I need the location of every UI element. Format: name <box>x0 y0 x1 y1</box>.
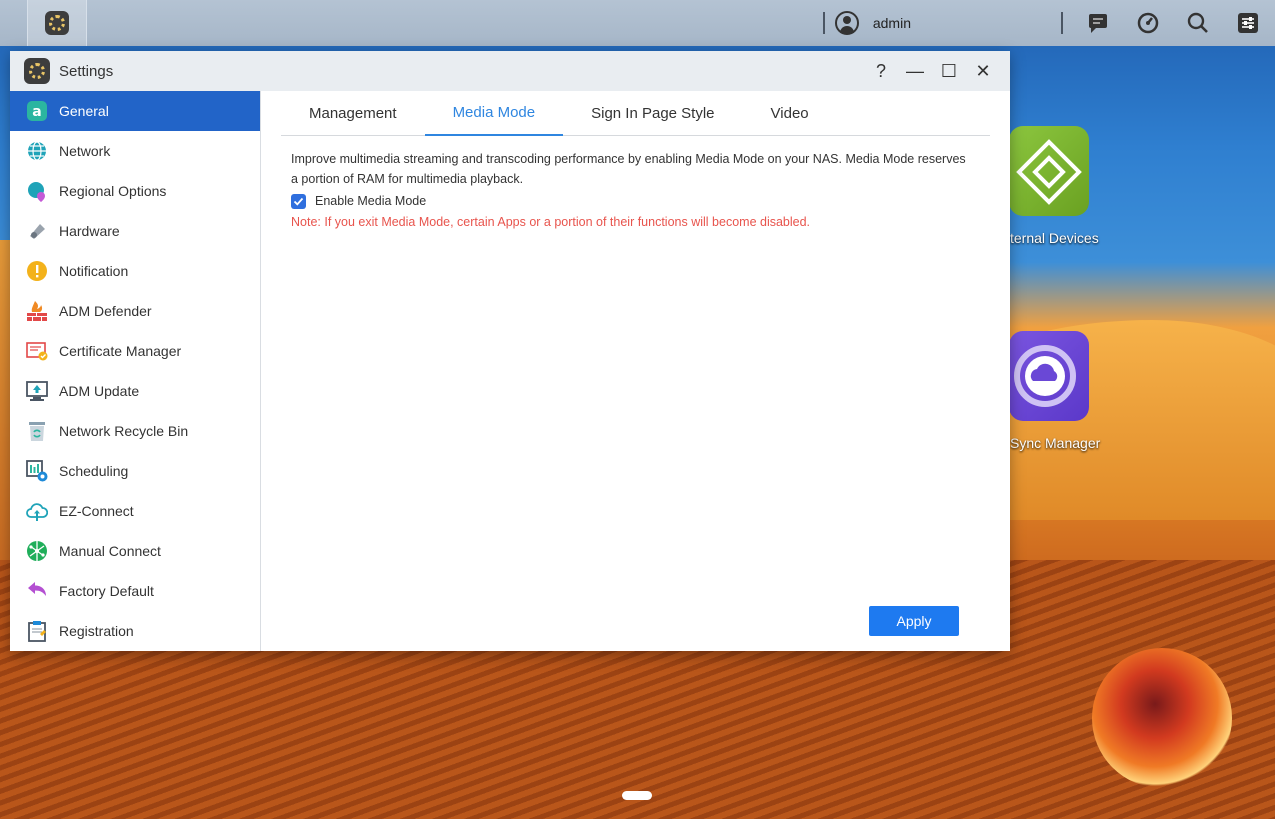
sidebar-item-certificate-manager[interactable]: Certificate Manager <box>10 331 260 371</box>
taskbar-divider <box>1061 12 1063 34</box>
sidebar-item-label: Certificate Manager <box>59 343 182 359</box>
sidebar-item-hardware[interactable]: Hardware <box>10 211 260 251</box>
tab-management[interactable]: Management <box>281 91 425 136</box>
firewall-icon <box>26 300 48 322</box>
external-devices-app-icon[interactable] <box>1009 126 1089 216</box>
sidebar-item-general[interactable]: a General <box>10 91 260 131</box>
close-button[interactable]: ✕ <box>972 60 994 82</box>
manual-connect-icon <box>26 540 48 562</box>
sidebar-item-label: Factory Default <box>59 583 154 599</box>
dashboard-gauge-icon[interactable] <box>1137 12 1159 34</box>
scheduling-icon <box>26 460 48 482</box>
help-button[interactable]: ? <box>870 60 892 82</box>
cloud-sync-icon <box>1014 345 1076 407</box>
registration-icon <box>26 620 48 642</box>
globe-icon <box>26 140 48 162</box>
media-mode-description: Improve multimedia streaming and transco… <box>291 152 966 186</box>
enable-media-mode-checkbox[interactable] <box>291 193 306 209</box>
sidebar-item-network-recycle-bin[interactable]: Network Recycle Bin <box>10 411 260 451</box>
search-icon[interactable] <box>1187 12 1209 34</box>
maximize-button[interactable]: ☐ <box>938 60 960 82</box>
update-icon <box>26 380 48 402</box>
settings-content: Management Media Mode Sign In Page Style… <box>261 91 1010 651</box>
enable-media-mode-label[interactable]: Enable Media Mode <box>315 194 426 208</box>
sidebar-item-label: Hardware <box>59 223 120 239</box>
settings-gear-icon <box>45 11 69 35</box>
sidebar-item-network[interactable]: Network <box>10 131 260 171</box>
usb-icon <box>1016 139 1082 205</box>
settings-gear-icon <box>24 58 50 84</box>
tab-video[interactable]: Video <box>743 91 837 136</box>
media-mode-warning-note: Note: If you exit Media Mode, certain Ap… <box>291 215 811 229</box>
message-icon[interactable] <box>1087 12 1109 34</box>
regional-icon <box>26 180 48 202</box>
recycle-bin-icon <box>26 420 48 442</box>
minimize-button[interactable]: — <box>904 60 926 82</box>
settings-window: Settings ? — ☐ ✕ a General Network Regio… <box>10 51 1010 651</box>
checkmark-icon <box>293 197 304 206</box>
window-title: Settings <box>59 62 114 80</box>
sidebar-item-manual-connect[interactable]: Manual Connect <box>10 531 260 571</box>
desktop-switcher-handle[interactable] <box>622 791 652 800</box>
hardware-icon <box>26 220 48 242</box>
tab-bar: Management Media Mode Sign In Page Style… <box>281 91 990 136</box>
sidebar-item-factory-default[interactable]: Factory Default <box>10 571 260 611</box>
sidebar-item-scheduling[interactable]: Scheduling <box>10 451 260 491</box>
window-body: a General Network Regional Options Hardw… <box>10 91 1010 651</box>
sidebar-item-label: Notification <box>59 263 129 279</box>
general-icon: a <box>26 100 48 122</box>
external-devices-label: ternal Devices <box>1010 230 1099 246</box>
sidebar-item-label: EZ-Connect <box>59 503 134 519</box>
user-name[interactable]: admin <box>873 15 911 31</box>
sidebar-item-regional-options[interactable]: Regional Options <box>10 171 260 211</box>
sidebar-item-adm-update[interactable]: ADM Update <box>10 371 260 411</box>
window-titlebar[interactable]: Settings ? — ☐ ✕ <box>10 51 1010 91</box>
user-icon[interactable] <box>834 11 859 35</box>
sidebar-item-ez-connect[interactable]: EZ-Connect <box>10 491 260 531</box>
sync-manager-app-icon[interactable] <box>1009 331 1089 421</box>
cloud-upload-icon <box>26 500 48 522</box>
sidebar-item-notification[interactable]: Notification <box>10 251 260 291</box>
control-panel-icon[interactable] <box>1237 12 1259 34</box>
undo-icon <box>26 580 48 602</box>
sidebar-item-label: Scheduling <box>59 463 129 479</box>
sidebar-item-label: ADM Defender <box>59 303 152 319</box>
taskbar: admin <box>0 0 1275 46</box>
sync-manager-label: Sync Manager <box>1010 435 1101 451</box>
window-controls: ? — ☐ ✕ <box>858 51 994 91</box>
notification-icon <box>26 260 48 282</box>
sidebar-item-label: Registration <box>59 623 134 639</box>
sidebar-item-label: Network Recycle Bin <box>59 423 189 439</box>
taskbar-divider <box>822 12 825 34</box>
tab-sign-in-page-style[interactable]: Sign In Page Style <box>563 91 742 136</box>
enable-media-mode-row[interactable]: Enable Media Mode <box>291 191 980 211</box>
sidebar-item-label: Regional Options <box>59 183 167 199</box>
settings-sidebar: a General Network Regional Options Hardw… <box>10 91 261 651</box>
brand-swirl-logo <box>1092 648 1232 788</box>
sidebar-item-registration[interactable]: Registration <box>10 611 260 651</box>
certificate-icon <box>26 340 48 362</box>
sidebar-item-adm-defender[interactable]: ADM Defender <box>10 291 260 331</box>
taskbar-right-area: admin <box>813 0 1275 46</box>
taskbar-settings-app[interactable] <box>27 0 87 46</box>
tab-media-mode[interactable]: Media Mode <box>424 91 564 136</box>
sidebar-item-label: General <box>59 103 109 119</box>
svg-text:a: a <box>32 104 41 120</box>
sidebar-item-label: Network <box>59 143 111 159</box>
sidebar-item-label: Manual Connect <box>59 543 161 559</box>
apply-button[interactable]: Apply <box>869 606 959 636</box>
sidebar-item-label: ADM Update <box>59 383 140 399</box>
